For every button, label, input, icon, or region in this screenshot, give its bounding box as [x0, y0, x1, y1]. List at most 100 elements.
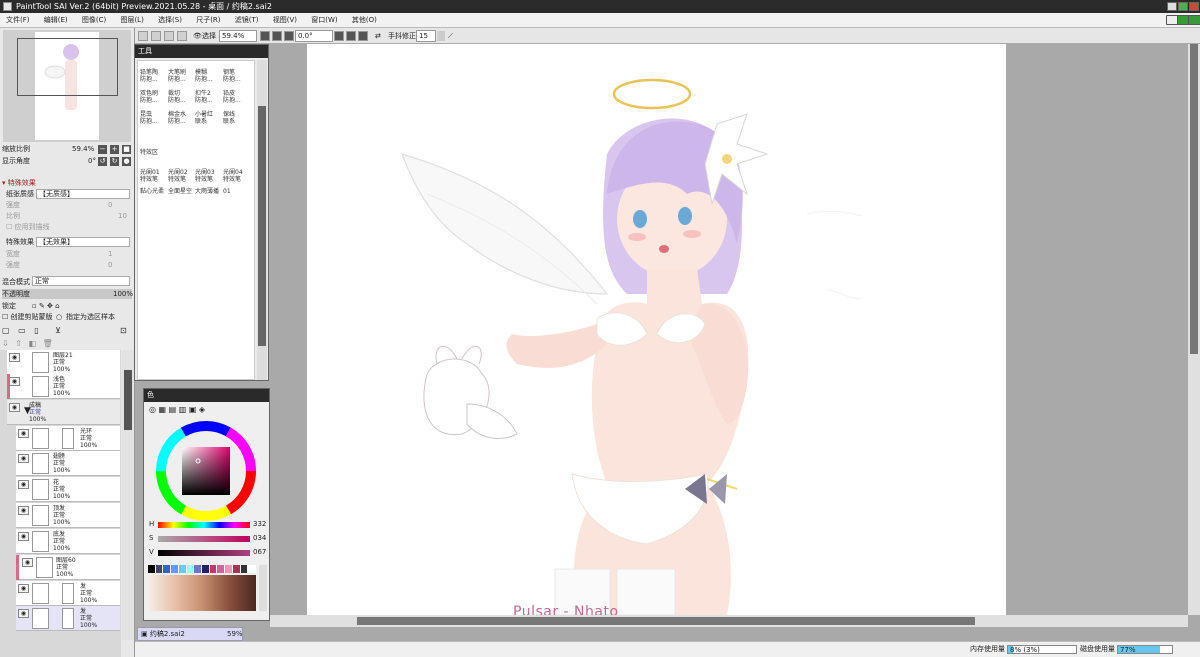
- sample-radio-icon[interactable]: ○: [56, 312, 62, 322]
- eye-icon[interactable]: ◉: [9, 403, 20, 412]
- menu-other[interactable]: 其他(O): [346, 13, 383, 28]
- blend-dropdown[interactable]: 正常: [32, 276, 130, 286]
- color-swatch[interactable]: [186, 565, 195, 573]
- color-swatch[interactable]: [194, 565, 203, 573]
- menu-filter[interactable]: 滤镜(T): [229, 13, 265, 28]
- eye-icon[interactable]: ◉: [18, 609, 29, 618]
- lock-icons[interactable]: ▫ ✎ ✥ ⌂: [32, 301, 60, 311]
- layer-item[interactable]: ◉ 光环 正常 100%: [16, 426, 120, 451]
- tool-item[interactable]: 昆虫 防抱...: [140, 111, 166, 134]
- menu-layer[interactable]: 图层(L): [114, 13, 149, 28]
- menu-ruler[interactable]: 尺子(R): [190, 13, 226, 28]
- move-up-icon[interactable]: ⇧: [11, 339, 22, 348]
- eye-icon[interactable]: ◉: [18, 429, 29, 438]
- layer-menu-icon[interactable]: ⊡: [120, 326, 127, 336]
- redo-button[interactable]: [151, 31, 161, 41]
- opacity-slider[interactable]: 不透明度 100%: [2, 289, 133, 299]
- eye-icon[interactable]: ◉: [18, 584, 29, 593]
- zoom-in-button[interactable]: [272, 31, 282, 41]
- menu-edit[interactable]: 编辑(E): [38, 13, 74, 28]
- color-swatch[interactable]: [155, 565, 164, 573]
- tool-item[interactable]: 大笔刷 防抱...: [168, 69, 194, 92]
- nav-zoom-in-button[interactable]: +: [110, 145, 119, 154]
- nav-zoom-out-button[interactable]: −: [98, 145, 107, 154]
- checkbox-icon[interactable]: ☐: [2, 223, 12, 231]
- rotation-field[interactable]: 0.0°: [295, 30, 333, 42]
- layer-item[interactable]: ◉ 花正常 100%: [16, 477, 120, 502]
- rotate-right-button[interactable]: [346, 31, 356, 41]
- flip-icon[interactable]: ⇄: [375, 28, 381, 44]
- doc-close-button[interactable]: [1188, 15, 1200, 25]
- layer-folder[interactable]: ◉ ▼ 成稿 正常 100%: [7, 400, 120, 425]
- invert-selection-button[interactable]: [177, 31, 187, 41]
- eye-icon[interactable]: ◉: [18, 480, 29, 489]
- fx-tool-item[interactable]: 大雨薄播: [195, 188, 221, 198]
- drawing-canvas[interactable]: Pulsar - Nhato: [307, 44, 1006, 615]
- layer-scrollbar[interactable]: [122, 350, 134, 640]
- menu-view[interactable]: 视图(V): [267, 13, 303, 28]
- hue-slider[interactable]: [158, 522, 250, 528]
- rotate-reset-button[interactable]: [358, 31, 368, 41]
- tool-item[interactable]: 铅皮 防抱...: [223, 90, 249, 113]
- saturation-slider[interactable]: [158, 536, 250, 542]
- layer-item-selected[interactable]: ◉ 发正常 100%: [16, 606, 120, 631]
- layer-scroll-thumb[interactable]: [124, 370, 132, 430]
- menu-image[interactable]: 图像(C): [76, 13, 112, 28]
- nav-rotate-right-button[interactable]: ↻: [110, 157, 119, 166]
- nav-rotate-reset-button[interactable]: ●: [122, 157, 131, 166]
- close-button[interactable]: [1189, 2, 1199, 11]
- layer-item[interactable]: ◉ 图层60 正常 100%: [16, 555, 120, 580]
- fx-tool-item[interactable]: 全面星空: [168, 188, 194, 198]
- new-folder-icon[interactable]: ▭: [12, 326, 26, 335]
- minimize-button[interactable]: [1167, 2, 1177, 11]
- document-tab[interactable]: ▣ 约稿2.sai2 59%: [137, 627, 243, 641]
- layer-item[interactable]: ◉ 顶发 正常 100%: [16, 503, 120, 528]
- move-down-icon[interactable]: ⇩: [2, 339, 9, 348]
- clip-checkbox-icon[interactable]: ☐: [2, 313, 8, 321]
- tool-item[interactable]: 铅笔陶 防抱...: [140, 69, 166, 92]
- tool-scroll-thumb[interactable]: [258, 106, 266, 346]
- eye-icon[interactable]: ◉: [9, 353, 20, 362]
- apply-to-lines-row[interactable]: ☐ 应用到描线: [2, 222, 132, 232]
- new-layer-icon[interactable]: ▢: [2, 326, 10, 335]
- color-swatch[interactable]: [163, 565, 172, 573]
- nav-rotate-left-button[interactable]: ↺: [98, 157, 107, 166]
- effects-header[interactable]: ▾ 特殊效果: [2, 178, 132, 188]
- menu-select[interactable]: 选择(S): [152, 13, 188, 28]
- tool-item[interactable]: 扣牛2 防抱...: [195, 90, 221, 113]
- layer-item[interactable]: ◉ 图层21 正常 100%: [7, 350, 120, 375]
- eye-icon[interactable]: ◉: [18, 506, 29, 515]
- tool-item[interactable]: 钢笔 防抱...: [223, 69, 249, 92]
- value-slider[interactable]: [158, 550, 250, 556]
- eye-icon[interactable]: ◉: [22, 558, 33, 567]
- eye-icon[interactable]: ◉: [18, 454, 29, 463]
- color-swatch[interactable]: [148, 565, 156, 573]
- pen-pressure-icon[interactable]: ⟋: [448, 28, 453, 44]
- stabilizer-dropdown[interactable]: [437, 31, 445, 41]
- fx-dropdown[interactable]: 【无效果】: [36, 237, 130, 247]
- layer-item[interactable]: ◉ 发正常 100%: [16, 581, 120, 606]
- eye-icon[interactable]: ◉: [18, 532, 29, 541]
- nav-zoom-reset-button[interactable]: ■: [122, 145, 131, 154]
- color-swatch[interactable]: [248, 565, 257, 573]
- zoom-field[interactable]: 59.4%: [219, 30, 257, 42]
- clear-icon[interactable]: ◧: [25, 339, 37, 348]
- color-swatch[interactable]: [232, 565, 241, 573]
- tool-item[interactable]: 棉金水 防抱...: [168, 111, 194, 134]
- select-visibility-icon[interactable]: 👁: [193, 28, 202, 44]
- menu-file[interactable]: 文件(F): [0, 13, 36, 28]
- color-wheel[interactable]: [156, 421, 256, 521]
- eye-icon[interactable]: ◉: [9, 377, 20, 386]
- delete-layer-icon[interactable]: 🗑: [39, 339, 53, 348]
- zoom-reset-button[interactable]: [284, 31, 294, 41]
- color-swatch[interactable]: [217, 565, 226, 573]
- deselect-button[interactable]: [164, 31, 174, 41]
- color-palette-grid[interactable]: [148, 575, 256, 611]
- layer-item[interactable]: ◉ 翅膀 正常 100%: [16, 451, 120, 476]
- canvas-horizontal-scrollbar[interactable]: [270, 615, 1188, 627]
- texture-dropdown[interactable]: 【无质感】: [36, 189, 130, 199]
- zoom-out-button[interactable]: [260, 31, 270, 41]
- undo-button[interactable]: [138, 31, 148, 41]
- rotate-left-button[interactable]: [334, 31, 344, 41]
- fx-tool-item[interactable]: 黏心光柔: [140, 188, 166, 198]
